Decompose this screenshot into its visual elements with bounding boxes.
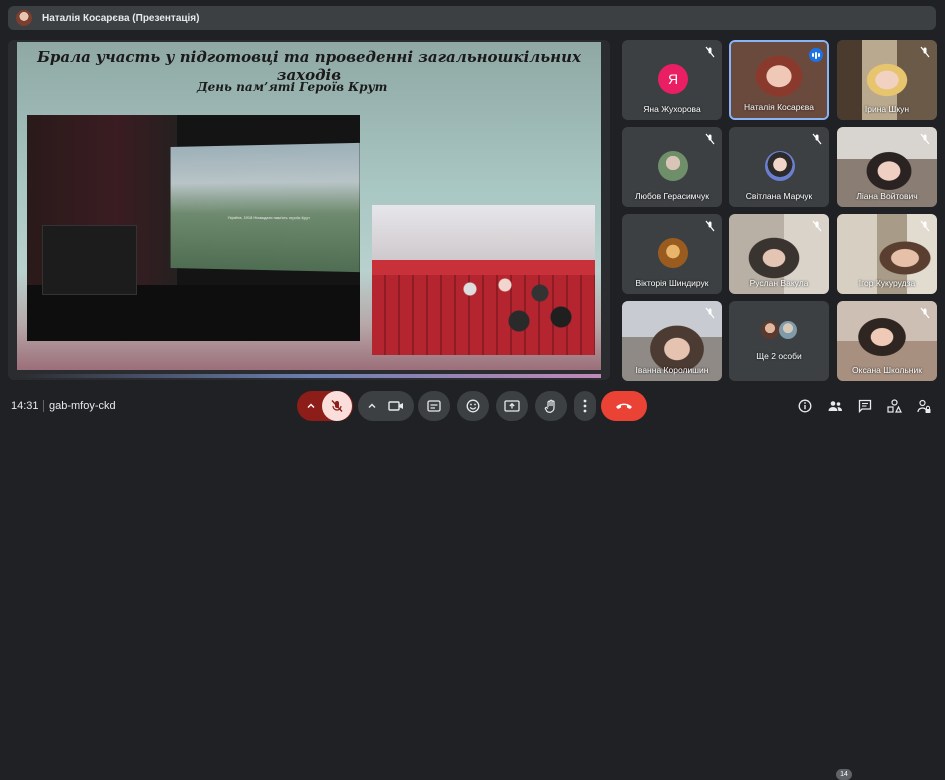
presenter-avatar xyxy=(16,10,32,26)
mic-off-icon xyxy=(705,46,715,58)
other-avatar-2 xyxy=(779,321,797,339)
people-button[interactable] xyxy=(825,396,845,416)
present-screen-icon xyxy=(504,400,520,412)
participant-tile[interactable]: Любов Герасимчук xyxy=(622,127,722,207)
participant-avatar xyxy=(658,151,688,181)
more-vertical-icon xyxy=(583,399,587,413)
mic-toggle-button[interactable] xyxy=(322,391,352,421)
mic-off-icon xyxy=(331,400,343,412)
activities-button[interactable] xyxy=(884,396,904,416)
captions-button[interactable] xyxy=(418,391,450,421)
participant-tile[interactable]: Оксана Школьник xyxy=(837,301,937,381)
participant-name: Наталія Косарєва xyxy=(744,102,814,112)
participant-tile[interactable]: Ігор Кукурудза xyxy=(837,214,937,294)
participant-name: Світлана Марчук xyxy=(745,191,813,201)
more-options-button[interactable] xyxy=(574,391,596,421)
host-controls-button[interactable] xyxy=(914,396,934,416)
participant-name: Вікторія Шиндирук xyxy=(635,278,709,288)
participant-name: Ігор Кукурудза xyxy=(858,278,916,288)
participant-tile[interactable]: Вікторія Шиндирук xyxy=(622,214,722,294)
cinema-screen-photo: Україна, 1918 Ніхаждати пам'ять героїв К… xyxy=(27,115,360,341)
mic-off-icon xyxy=(812,133,822,145)
video-camera-icon xyxy=(388,401,403,411)
participant-tile[interactable]: Ірина Шкун xyxy=(837,40,937,120)
mic-off-icon xyxy=(920,307,930,319)
other-avatar-1 xyxy=(761,321,779,339)
bottom-toolbar: 14:31 gab-mfoy-ckd 14 xyxy=(0,384,945,780)
participant-tile[interactable]: Я Яна Жухорова xyxy=(622,40,722,120)
others-label: Ще 2 особи xyxy=(756,351,802,361)
participant-name: Іванна Королишин xyxy=(635,365,709,375)
hand-icon xyxy=(544,399,555,413)
participant-name: Яна Жухорова xyxy=(643,104,701,114)
presenter-bar: Наталія Косарєва (Презентація) xyxy=(8,6,936,30)
participant-name: Ірина Шкун xyxy=(864,104,910,114)
participant-name: Руслан Вакула xyxy=(749,278,809,288)
screen-caption: Україна, 1918 Ніхаждати пам'ять героїв К… xyxy=(227,214,310,221)
separator xyxy=(43,400,44,412)
letter-avatar: Я xyxy=(658,64,688,94)
camera-toggle-button[interactable] xyxy=(381,391,411,421)
mic-off-icon xyxy=(705,133,715,145)
chat-icon xyxy=(858,399,872,413)
slide-subheading: День пам’яті Героїв Крут xyxy=(197,80,388,94)
mic-off-icon xyxy=(705,307,715,319)
participant-tile[interactable]: Руслан Вакула xyxy=(729,214,829,294)
participant-tile[interactable]: Світлана Марчук xyxy=(729,127,829,207)
others-tile[interactable]: Ще 2 особи xyxy=(729,301,829,381)
slide: Брала участь у підготовці та проведенні … xyxy=(17,42,601,370)
people-count-badge: 14 xyxy=(836,769,852,780)
participant-avatar xyxy=(765,151,795,181)
present-screen-button[interactable] xyxy=(496,391,528,421)
chat-button[interactable] xyxy=(855,396,875,416)
chevron-up-icon xyxy=(368,403,376,408)
presentation-stage[interactable]: Брала участь у підготовці та проведенні … xyxy=(8,40,610,380)
shapes-icon xyxy=(886,399,902,413)
slide-progress-bar xyxy=(17,374,601,378)
participant-tile[interactable]: Ліана Войтович xyxy=(837,127,937,207)
participant-tile-active[interactable]: Наталія Косарєва xyxy=(729,40,829,120)
participant-avatar xyxy=(658,238,688,268)
chevron-up-icon xyxy=(307,403,315,408)
meeting-code: gab-mfoy-ckd xyxy=(49,400,116,412)
participant-name: Оксана Школьник xyxy=(852,365,922,375)
mic-off-icon xyxy=(920,133,930,145)
mic-off-icon xyxy=(705,220,715,232)
meeting-details-button[interactable] xyxy=(795,396,815,416)
reactions-button[interactable] xyxy=(457,391,489,421)
end-call-icon xyxy=(616,403,632,409)
closed-captions-icon xyxy=(427,400,441,412)
slide-heading: Брала участь у підготовці та проведенні … xyxy=(37,48,581,84)
raise-hand-button[interactable] xyxy=(535,391,567,421)
participant-tile[interactable]: Іванна Королишин xyxy=(622,301,722,381)
clock: 14:31 xyxy=(11,400,39,412)
leave-call-button[interactable] xyxy=(601,391,647,421)
lock-person-icon xyxy=(917,399,931,413)
info-icon xyxy=(798,399,812,413)
people-icon xyxy=(828,401,843,411)
presenter-title: Наталія Косарєва (Презентація) xyxy=(42,12,200,24)
mic-off-icon xyxy=(920,46,930,58)
participant-name: Любов Герасимчук xyxy=(635,191,709,201)
mic-off-icon xyxy=(920,220,930,232)
emoji-icon xyxy=(466,399,480,413)
participant-name: Ліана Войтович xyxy=(856,191,918,201)
speaking-indicator-icon xyxy=(809,48,823,62)
mic-off-icon xyxy=(812,220,822,232)
audience-photo xyxy=(372,205,595,355)
